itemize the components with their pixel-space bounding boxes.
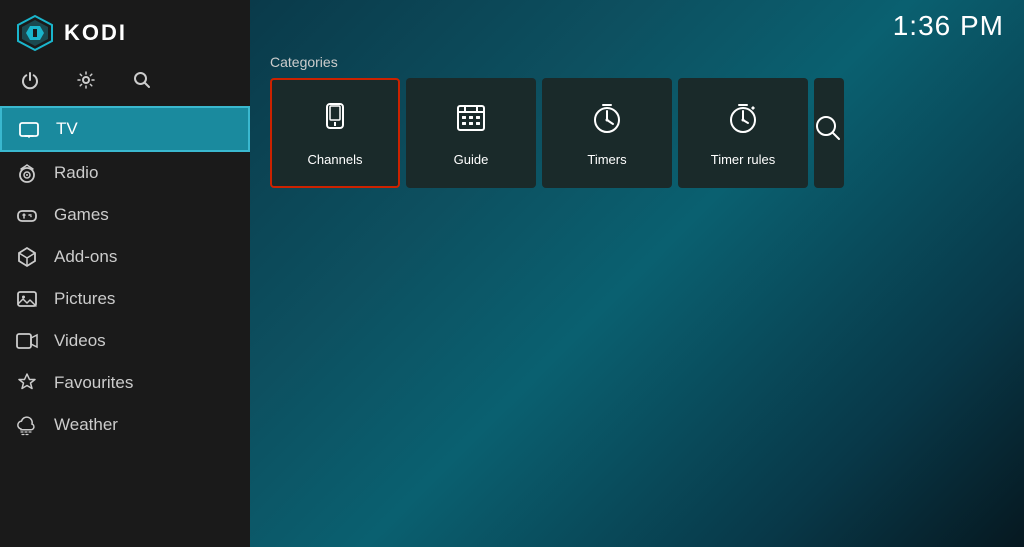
sidebar-item-tv-label: TV (56, 119, 78, 139)
weather-icon (16, 414, 38, 436)
sidebar-item-games[interactable]: Games (0, 194, 250, 236)
channels-label: Channels (308, 152, 363, 167)
sidebar-item-pictures[interactable]: Pictures (0, 278, 250, 320)
games-icon (16, 204, 38, 226)
search-button[interactable] (128, 66, 156, 94)
pictures-icon (16, 288, 38, 310)
radio-icon (16, 162, 38, 184)
categories-label: Categories (250, 52, 1024, 78)
timers-label: Timers (587, 152, 626, 167)
channels-icon (317, 100, 353, 144)
main-content: 1:36 PM Categories Channels (250, 0, 1024, 547)
sidebar-header: KODI (0, 0, 250, 62)
category-card-channels[interactable]: Channels (270, 78, 400, 188)
top-bar: 1:36 PM (250, 0, 1024, 52)
addons-icon (16, 246, 38, 268)
sidebar-item-weather-label: Weather (54, 415, 118, 435)
sidebar-item-addons-label: Add-ons (54, 247, 117, 267)
videos-icon (16, 330, 38, 352)
kodi-logo-icon (16, 14, 54, 52)
sidebar-icon-bar (0, 62, 250, 106)
search-partial-icon (814, 111, 844, 155)
sidebar-item-pictures-label: Pictures (54, 289, 115, 309)
favourites-icon (16, 372, 38, 394)
category-card-timers[interactable]: Timers (542, 78, 672, 188)
sidebar-item-games-label: Games (54, 205, 109, 225)
sidebar-item-weather[interactable]: Weather (0, 404, 250, 446)
category-card-timer-rules[interactable]: Timer rules (678, 78, 808, 188)
guide-icon (453, 100, 489, 144)
tv-icon (18, 118, 40, 140)
category-card-guide[interactable]: Guide (406, 78, 536, 188)
power-button[interactable] (16, 66, 44, 94)
categories-grid: Channels Guide (250, 78, 1024, 188)
category-card-search[interactable] (814, 78, 844, 188)
sidebar-item-favourites-label: Favourites (54, 373, 133, 393)
sidebar-nav: TV Radio Games (0, 106, 250, 547)
sidebar-item-videos-label: Videos (54, 331, 106, 351)
timer-rules-label: Timer rules (711, 152, 776, 167)
sidebar: KODI (0, 0, 250, 547)
sidebar-item-videos[interactable]: Videos (0, 320, 250, 362)
guide-label: Guide (454, 152, 489, 167)
sidebar-item-favourites[interactable]: Favourites (0, 362, 250, 404)
settings-button[interactable] (72, 66, 100, 94)
sidebar-item-tv[interactable]: TV (0, 106, 250, 152)
sidebar-item-radio-label: Radio (54, 163, 98, 183)
timer-rules-icon (725, 100, 761, 144)
app-title: KODI (64, 20, 127, 46)
clock-display: 1:36 PM (893, 10, 1004, 42)
sidebar-item-addons[interactable]: Add-ons (0, 236, 250, 278)
timers-icon (589, 100, 625, 144)
sidebar-item-radio[interactable]: Radio (0, 152, 250, 194)
